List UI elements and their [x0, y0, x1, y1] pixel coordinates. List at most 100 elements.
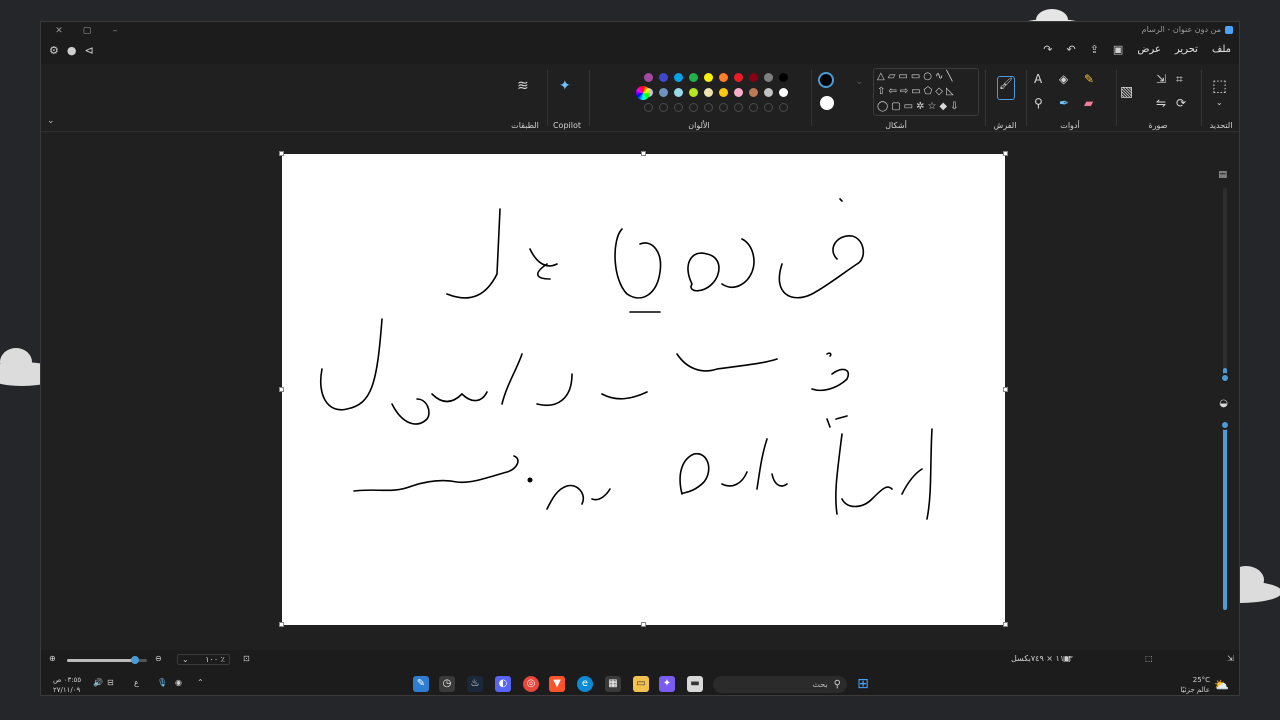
paint-taskbar-icon[interactable]: ✎: [413, 676, 429, 692]
taskbar-search[interactable]: بحث ⚲: [713, 676, 847, 693]
account-icon[interactable]: ●: [67, 44, 77, 57]
selection-rect-icon[interactable]: ⬚: [1212, 76, 1227, 95]
zoom-dropdown[interactable]: ⌄ ١٠٠ ٪: [177, 654, 230, 665]
crop-icon[interactable]: ⌗: [1176, 72, 1183, 87]
color-swatch[interactable]: [719, 88, 728, 97]
color-swatch[interactable]: [734, 88, 743, 97]
layers-icon[interactable]: ≋: [517, 78, 529, 94]
color-swatch[interactable]: [719, 73, 728, 82]
resize-handle-bm[interactable]: [641, 622, 646, 627]
edit-colors-icon[interactable]: [636, 86, 650, 100]
file-explorer-icon[interactable]: ▭: [633, 676, 649, 692]
store-icon[interactable]: ▦: [605, 676, 621, 692]
clock[interactable]: ٠٣:٥٥ ص ٢٧/١١/٠٩: [53, 675, 81, 695]
weather-widget[interactable]: 25°C عالم جزئيًا ⛅: [1180, 675, 1229, 695]
color-swatch[interactable]: [779, 88, 788, 97]
text-icon[interactable]: A: [1034, 72, 1042, 86]
custom-color-slot[interactable]: [719, 103, 728, 112]
selection-chevron-icon[interactable]: ⌄: [1216, 98, 1223, 107]
wifi-icon[interactable]: ⊟: [107, 678, 114, 687]
brush-icon[interactable]: 🖌: [997, 76, 1015, 100]
menu-edit[interactable]: تحرير: [1175, 44, 1198, 55]
color-swatch[interactable]: [704, 88, 713, 97]
redo-icon[interactable]: ↷: [1043, 43, 1052, 56]
show-hidden-icons-chevron-icon[interactable]: ⌃: [197, 678, 204, 687]
custom-color-slot[interactable]: [644, 103, 653, 112]
resize-handle-ml[interactable]: [279, 387, 284, 392]
pencil-icon[interactable]: ✎: [1084, 72, 1094, 86]
resize-handle-tl[interactable]: [279, 151, 284, 156]
rotate-icon[interactable]: ⟳: [1176, 96, 1186, 110]
color-swatch[interactable]: [734, 73, 743, 82]
color-swatch[interactable]: [749, 73, 758, 82]
color-swatch[interactable]: [689, 73, 698, 82]
menu-view[interactable]: عرض: [1137, 44, 1161, 55]
gear-icon[interactable]: ⚙: [49, 44, 59, 57]
color-swatch[interactable]: [764, 88, 773, 97]
fit-to-window-icon[interactable]: ⊡: [243, 654, 250, 663]
secondary-color-swatch[interactable]: [820, 96, 834, 110]
window-switch-icon[interactable]: ▬: [687, 676, 703, 692]
color-swatch[interactable]: [659, 88, 668, 97]
volume-icon[interactable]: 🔊: [93, 678, 103, 687]
share-icon[interactable]: ⇪: [1090, 43, 1099, 56]
primary-color-swatch[interactable]: [818, 72, 834, 88]
custom-color-slot[interactable]: [689, 103, 698, 112]
undo-icon[interactable]: ↶: [1066, 43, 1075, 56]
clock-app-icon[interactable]: ◷: [439, 676, 455, 692]
resize-handle-br[interactable]: [1003, 622, 1008, 627]
edge-icon[interactable]: e: [577, 676, 593, 692]
resize-handle-tr[interactable]: [1003, 151, 1008, 156]
menu-file[interactable]: ملف: [1212, 44, 1231, 55]
save-icon[interactable]: ▣: [1113, 43, 1123, 56]
steam-icon[interactable]: ♨: [467, 676, 483, 692]
copilot-taskbar-icon[interactable]: ✦: [659, 676, 675, 692]
custom-color-slot[interactable]: [764, 103, 773, 112]
maximize-window-button[interactable]: ▢: [73, 26, 101, 36]
color-swatch[interactable]: [704, 73, 713, 82]
resize-handle-mr[interactable]: [1003, 387, 1008, 392]
opacity-thumb[interactable]: [1220, 420, 1230, 430]
start-menu-icon[interactable]: ⊞: [855, 676, 871, 692]
color-swatch[interactable]: [674, 88, 683, 97]
collapse-ribbon-icon[interactable]: ⌄: [47, 116, 55, 126]
color-swatch[interactable]: [689, 88, 698, 97]
color-swatch[interactable]: [764, 73, 773, 82]
zoom-slider[interactable]: [67, 656, 147, 664]
color-picker-icon[interactable]: ✒: [1059, 96, 1069, 110]
shapes-gallery[interactable]: △▱▭▭○∿╲ ⇧⇦⇨▭⬠◇◺ ◯▢▭✲☆◆⇩: [873, 68, 979, 116]
custom-color-slot[interactable]: [704, 103, 713, 112]
color-swatch[interactable]: [749, 88, 758, 97]
zoom-in-icon[interactable]: ⊕: [49, 654, 56, 663]
drawing-canvas[interactable]: [282, 154, 1005, 625]
fill-icon[interactable]: ◈: [1059, 72, 1068, 86]
custom-color-slot[interactable]: [674, 103, 683, 112]
shape-fill-icon[interactable]: ⌄: [855, 76, 863, 87]
tray-app-icon[interactable]: ◉: [175, 678, 182, 687]
custom-color-slot[interactable]: [779, 103, 788, 112]
language-indicator[interactable]: ع: [134, 678, 139, 687]
custom-color-slot[interactable]: [749, 103, 758, 112]
close-window-button[interactable]: ✕: [45, 26, 73, 36]
opacity-slider[interactable]: [1220, 420, 1230, 610]
brush-size-slider[interactable]: [1220, 188, 1230, 383]
color-swatch[interactable]: [644, 73, 653, 82]
flip-icon[interactable]: ⇋: [1156, 96, 1166, 110]
color-swatch[interactable]: [674, 73, 683, 82]
discord-icon[interactable]: ◐: [495, 676, 511, 692]
minimize-window-button[interactable]: –: [101, 26, 129, 36]
brush-size-thumb[interactable]: [1220, 373, 1230, 383]
image-menu-icon[interactable]: ▧: [1120, 84, 1133, 100]
share-feedback-icon[interactable]: ⊲: [84, 44, 93, 57]
microphone-icon[interactable]: 🎙: [157, 678, 167, 687]
resize-handle-bl[interactable]: [279, 622, 284, 627]
zoom-out-icon[interactable]: ⊖: [155, 654, 162, 663]
custom-color-slot[interactable]: [659, 103, 668, 112]
zoom-thumb[interactable]: [131, 656, 139, 664]
color-swatch[interactable]: [659, 73, 668, 82]
resize-handle-tm[interactable]: [641, 151, 646, 156]
magnifier-icon[interactable]: ⚲: [1034, 96, 1043, 110]
chrome-icon[interactable]: ◎: [523, 676, 539, 692]
color-swatch[interactable]: [779, 73, 788, 82]
resize-icon[interactable]: ⇲: [1156, 72, 1166, 86]
